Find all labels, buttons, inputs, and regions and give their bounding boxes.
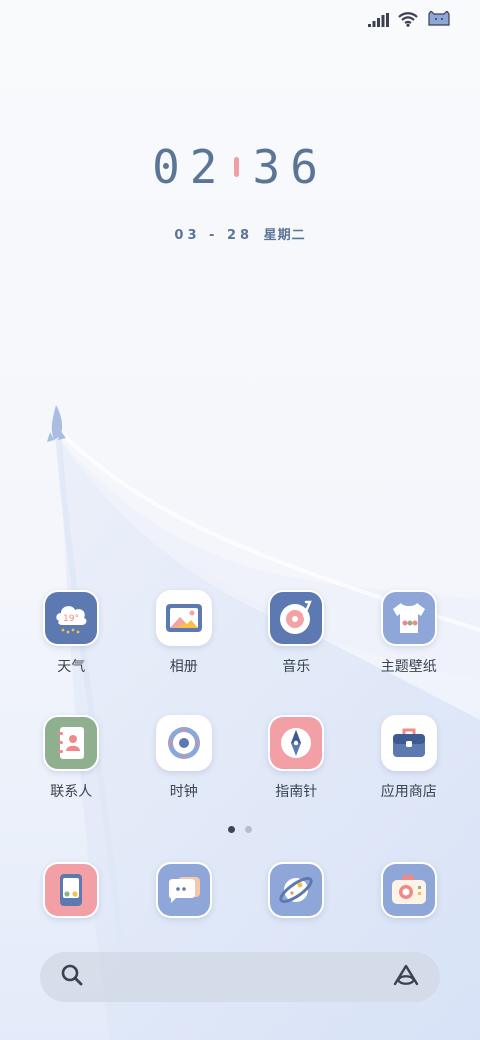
messages-icon xyxy=(157,864,210,916)
app-tile xyxy=(155,715,212,771)
gallery-icon xyxy=(157,592,210,644)
lockscreen-clock: 02 36 xyxy=(0,140,480,194)
theme-shirt-icon xyxy=(382,592,435,644)
page-indicator xyxy=(0,826,480,833)
app-tile xyxy=(268,590,325,646)
app-tile: 19° xyxy=(43,590,100,646)
app-label: 主题壁纸 xyxy=(380,659,437,675)
app-gallery[interactable]: 相册 xyxy=(128,590,241,676)
weekday-value: 星期二 xyxy=(263,228,306,243)
app-label: 指南针 xyxy=(275,784,318,800)
camera-icon xyxy=(382,864,435,916)
app-tile xyxy=(155,862,212,918)
app-themes[interactable]: 主题壁纸 xyxy=(353,590,466,676)
status-bar xyxy=(368,10,452,32)
app-label: 音乐 xyxy=(282,659,311,675)
date-value: 03 - 28 xyxy=(174,228,254,243)
app-grid-row-2: 联系人 时钟 指南针 应用商店 xyxy=(15,715,465,801)
app-tile xyxy=(43,715,100,771)
app-label: 相册 xyxy=(169,659,198,675)
search-icon[interactable] xyxy=(60,963,84,991)
contacts-book-icon xyxy=(45,717,98,769)
app-tile xyxy=(268,862,325,918)
date-label: 03 - 28 星期二 xyxy=(0,224,480,243)
app-music[interactable]: 音乐 xyxy=(240,590,353,676)
app-store-bag-icon xyxy=(382,717,435,769)
wifi-icon xyxy=(398,11,418,31)
clock-separator xyxy=(233,156,239,177)
clock-icon xyxy=(157,717,210,769)
page-dot-current[interactable] xyxy=(228,826,235,833)
app-clock[interactable]: 时钟 xyxy=(128,715,241,801)
app-store[interactable]: 应用商店 xyxy=(353,715,466,801)
clock-hours: 02 xyxy=(152,140,228,194)
app-label: 时钟 xyxy=(169,784,198,800)
app-tile xyxy=(380,590,437,646)
weather-cloud-icon: 19° xyxy=(45,592,98,644)
browser-planet-icon xyxy=(270,864,323,916)
page-dot[interactable] xyxy=(245,826,252,833)
app-compass[interactable]: 指南针 xyxy=(240,715,353,801)
app-tile xyxy=(380,862,437,918)
music-record-icon xyxy=(270,592,323,644)
app-label: 天气 xyxy=(57,659,86,675)
app-grid-row-1: 19° 天气 相册 音乐 主题壁纸 xyxy=(15,590,465,676)
app-tile xyxy=(380,715,437,771)
compass-icon xyxy=(270,717,323,769)
dock-phone[interactable] xyxy=(15,862,128,918)
dock-messages[interactable] xyxy=(128,862,241,918)
phone-app-icon xyxy=(45,864,98,916)
app-contacts[interactable]: 联系人 xyxy=(15,715,128,801)
battery-icon xyxy=(426,10,452,31)
signal-bars-icon xyxy=(368,12,390,31)
app-tile xyxy=(43,862,100,918)
svg-text:19°: 19° xyxy=(63,614,79,624)
app-weather[interactable]: 19° 天气 xyxy=(15,590,128,676)
app-label: 应用商店 xyxy=(380,784,437,800)
search-bar[interactable] xyxy=(40,952,440,1002)
app-label: 联系人 xyxy=(50,784,93,800)
dock-camera[interactable] xyxy=(353,862,466,918)
app-tile xyxy=(155,590,212,646)
dock xyxy=(15,862,465,918)
dock-browser[interactable] xyxy=(240,862,353,918)
app-tile xyxy=(268,715,325,771)
assistant-icon[interactable] xyxy=(392,963,420,991)
clock-minutes: 36 xyxy=(252,140,328,194)
